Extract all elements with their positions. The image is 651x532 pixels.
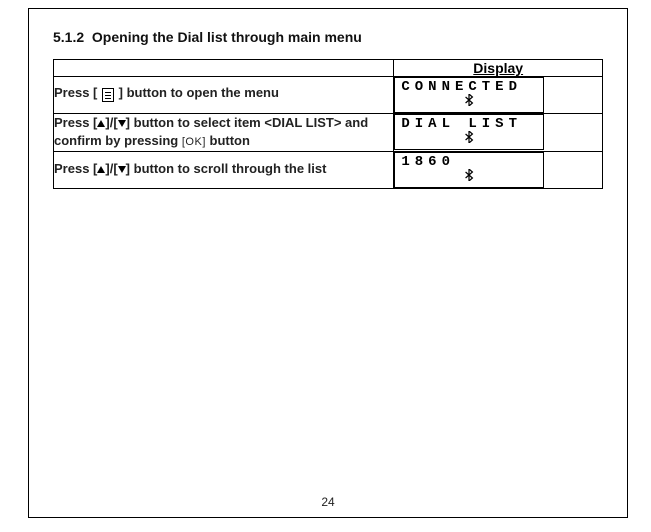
step-text: button	[206, 133, 250, 148]
up-arrow-icon	[97, 166, 105, 173]
lcd-screen: CONNECTED	[394, 77, 544, 113]
display-cell: DIAL LIST	[394, 114, 603, 152]
table-header-row: Display	[54, 60, 603, 77]
header-blank	[54, 60, 394, 77]
table-row: Press [ ] button to open the menu CONNEC…	[54, 77, 603, 114]
bluetooth-icon	[464, 168, 474, 186]
lcd-text: CONNECTED	[401, 79, 522, 95]
step-cell: Press [ ] button to open the menu	[54, 77, 394, 114]
display-cell: CONNECTED	[394, 77, 603, 114]
step-text: button to open the menu	[123, 85, 279, 100]
down-arrow-icon	[118, 120, 126, 127]
section-title-text: Opening the Dial list through main menu	[92, 29, 362, 45]
table-row: Press []/[] button to scroll through the…	[54, 151, 603, 188]
section-number: 5.1.2	[53, 29, 84, 45]
step-text: Press	[54, 85, 93, 100]
table-row: Press []/[] button to select item <DIAL …	[54, 114, 603, 152]
lcd-screen: DIAL LIST	[394, 114, 544, 150]
bluetooth-icon	[464, 130, 474, 148]
down-arrow-icon	[118, 166, 126, 173]
display-cell: 1860	[394, 151, 603, 188]
menu-icon	[102, 87, 114, 105]
page-frame: 5.1.2 Opening the Dial list through main…	[28, 8, 628, 518]
lcd-screen: 1860	[394, 152, 544, 188]
up-arrow-icon	[97, 120, 105, 127]
page-number: 24	[29, 495, 627, 509]
step-cell: Press []/[] button to select item <DIAL …	[54, 114, 394, 152]
header-display: Display	[394, 60, 603, 77]
instruction-table: Display Press [ ] button to open the men…	[53, 59, 603, 189]
step-text: button to scroll through the list	[130, 161, 326, 176]
bluetooth-icon	[464, 93, 474, 111]
lcd-text: DIAL LIST	[401, 116, 522, 132]
step-text: Press	[54, 161, 93, 176]
step-text: Press	[54, 115, 93, 130]
section-heading: 5.1.2 Opening the Dial list through main…	[53, 29, 603, 45]
lcd-text: 1860	[401, 154, 455, 170]
ok-button-label: [OK]	[182, 136, 206, 148]
step-cell: Press []/[] button to scroll through the…	[54, 151, 394, 188]
